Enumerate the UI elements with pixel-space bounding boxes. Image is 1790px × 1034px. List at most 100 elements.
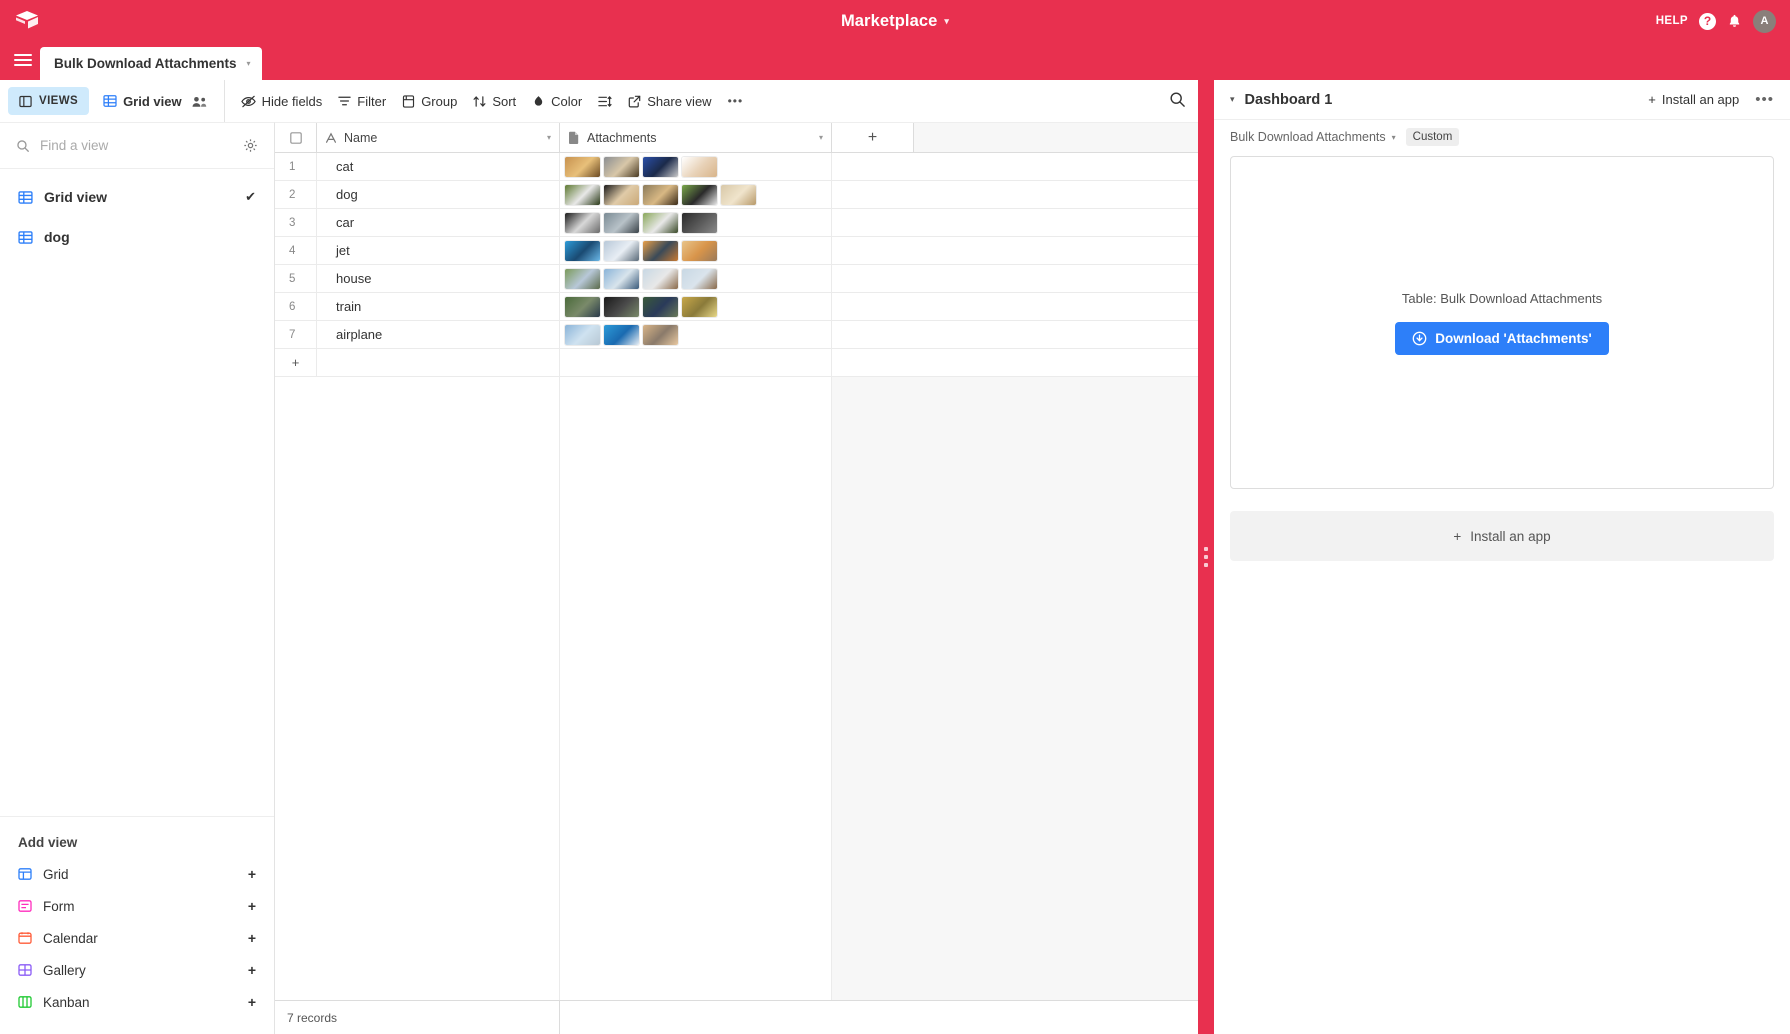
install-app-large-button[interactable]: + Install an app (1230, 511, 1774, 561)
search-input[interactable]: Find a view (40, 138, 233, 153)
attachment-thumbnail[interactable] (565, 184, 600, 205)
attachment-thumbnail[interactable] (565, 156, 600, 177)
search-icon[interactable] (1169, 91, 1186, 108)
attachment-thumbnail[interactable] (643, 212, 678, 233)
table-row[interactable]: 5 house (275, 265, 1198, 293)
table-row[interactable]: 3 car (275, 209, 1198, 237)
plus-icon[interactable]: + (248, 866, 256, 882)
cell-name[interactable]: cat (317, 153, 560, 180)
cell-attachments[interactable] (560, 153, 832, 180)
attachment-thumbnail[interactable] (604, 156, 639, 177)
avatar[interactable]: A (1753, 9, 1776, 33)
chevron-down-icon[interactable]: ▾ (547, 133, 551, 142)
attachment-thumbnail[interactable] (604, 240, 639, 261)
plus-icon[interactable]: + (248, 930, 256, 946)
attachment-thumbnail[interactable] (643, 296, 678, 317)
collaborators-button[interactable] (190, 87, 216, 115)
download-attachments-button[interactable]: Download 'Attachments' (1395, 321, 1609, 355)
dashboard-more-button[interactable]: ••• (1755, 92, 1774, 107)
attachment-thumbnail[interactable] (604, 296, 639, 317)
attachment-thumbnail[interactable] (565, 324, 600, 345)
add-record-plus[interactable]: + (275, 349, 317, 376)
sort-button[interactable]: Sort (465, 87, 524, 115)
filter-button[interactable]: Filter (330, 87, 394, 115)
attachment-thumbnail[interactable] (604, 212, 639, 233)
attachment-thumbnail[interactable] (565, 240, 600, 261)
cell-name[interactable]: house (317, 265, 560, 292)
table-tab-active[interactable]: Bulk Download Attachments ▾ (40, 47, 262, 80)
attachment-thumbnail[interactable] (682, 156, 717, 177)
attachment-thumbnail[interactable] (643, 268, 678, 289)
cell-attachments[interactable] (560, 209, 832, 236)
dashboard-table-selector[interactable]: Bulk Download Attachments ▾ (1230, 130, 1396, 144)
cell-attachments[interactable] (560, 237, 832, 264)
cell-name[interactable]: train (317, 293, 560, 320)
question-circle-icon[interactable]: ? (1699, 12, 1716, 30)
current-view-button[interactable]: Grid view (95, 87, 190, 115)
attachment-thumbnail[interactable] (682, 268, 717, 289)
add-record-row[interactable]: + (275, 349, 1198, 377)
group-button[interactable]: Group (394, 87, 465, 115)
column-header-name[interactable]: Name ▾ (317, 123, 560, 152)
table-row[interactable]: 4 jet (275, 237, 1198, 265)
cell-name[interactable]: dog (317, 181, 560, 208)
add-view-calendar[interactable]: Calendar + (0, 922, 274, 954)
add-view-form[interactable]: Form + (0, 890, 274, 922)
install-app-button[interactable]: + Install an app (1648, 92, 1739, 107)
attachment-thumbnail[interactable] (682, 184, 717, 205)
attachment-thumbnail[interactable] (643, 156, 678, 177)
chevron-down-icon[interactable]: ▾ (1230, 94, 1235, 105)
table-row[interactable]: 2 dog (275, 181, 1198, 209)
workspace-title[interactable]: Marketplace ▾ (0, 0, 1790, 42)
airtable-logo-icon[interactable] (12, 5, 42, 35)
cell-attachments[interactable] (560, 321, 832, 348)
toolbar-more-button[interactable]: ••• (720, 87, 752, 115)
table-row[interactable]: 7 airplane (275, 321, 1198, 349)
help-label[interactable]: HELP (1656, 15, 1688, 27)
plus-icon[interactable]: + (248, 898, 256, 914)
share-view-button[interactable]: Share view (620, 87, 719, 115)
hamburger-menu-icon[interactable] (14, 52, 32, 68)
attachment-thumbnail[interactable] (643, 184, 678, 205)
cell-name[interactable]: car (317, 209, 560, 236)
cell-name[interactable]: airplane (317, 321, 560, 348)
attachment-thumbnail[interactable] (643, 240, 678, 261)
sidebar-view-dog[interactable]: dog (0, 217, 274, 257)
hide-fields-button[interactable]: Hide fields (233, 87, 331, 115)
cell-attachments[interactable] (560, 181, 832, 208)
views-toggle-button[interactable]: VIEWS (8, 87, 90, 115)
attachment-thumbnail[interactable] (565, 268, 600, 289)
bell-icon[interactable] (1727, 13, 1742, 29)
panel-resize-handle[interactable] (1198, 80, 1214, 1034)
plus-icon[interactable]: + (248, 994, 256, 1010)
table-row[interactable]: 1 cat (275, 153, 1198, 181)
table-row[interactable]: 6 train (275, 293, 1198, 321)
attachment-thumbnail[interactable] (682, 296, 717, 317)
attachment-thumbnail[interactable] (565, 212, 600, 233)
cell-attachments[interactable] (560, 265, 832, 292)
row-height-button[interactable] (590, 87, 620, 115)
download-circle-icon (1412, 331, 1427, 346)
add-view-gallery[interactable]: Gallery + (0, 954, 274, 986)
add-field-button[interactable]: + (832, 123, 914, 152)
attachment-thumbnail[interactable] (565, 296, 600, 317)
chevron-down-icon[interactable]: ▾ (819, 133, 823, 142)
attachment-thumbnail[interactable] (682, 212, 717, 233)
attachment-thumbnail[interactable] (721, 184, 756, 205)
attachment-thumbnail[interactable] (682, 240, 717, 261)
sidebar-view-grid-view[interactable]: Grid view ✔ (0, 177, 274, 217)
column-header-attachments[interactable]: Attachments ▾ (560, 123, 832, 152)
attachment-thumbnail[interactable] (604, 184, 639, 205)
select-all-checkbox[interactable] (275, 123, 317, 152)
gear-icon[interactable] (243, 138, 258, 153)
plus-icon[interactable]: + (248, 962, 256, 978)
brand-bar: Marketplace ▾ HELP ? A (0, 0, 1790, 42)
add-view-kanban[interactable]: Kanban + (0, 986, 274, 1018)
cell-attachments[interactable] (560, 293, 832, 320)
cell-name[interactable]: jet (317, 237, 560, 264)
attachment-thumbnail[interactable] (643, 324, 678, 345)
attachment-thumbnail[interactable] (604, 324, 639, 345)
add-view-grid[interactable]: Grid + (0, 858, 274, 890)
color-button[interactable]: Color (524, 87, 590, 115)
attachment-thumbnail[interactable] (604, 268, 639, 289)
